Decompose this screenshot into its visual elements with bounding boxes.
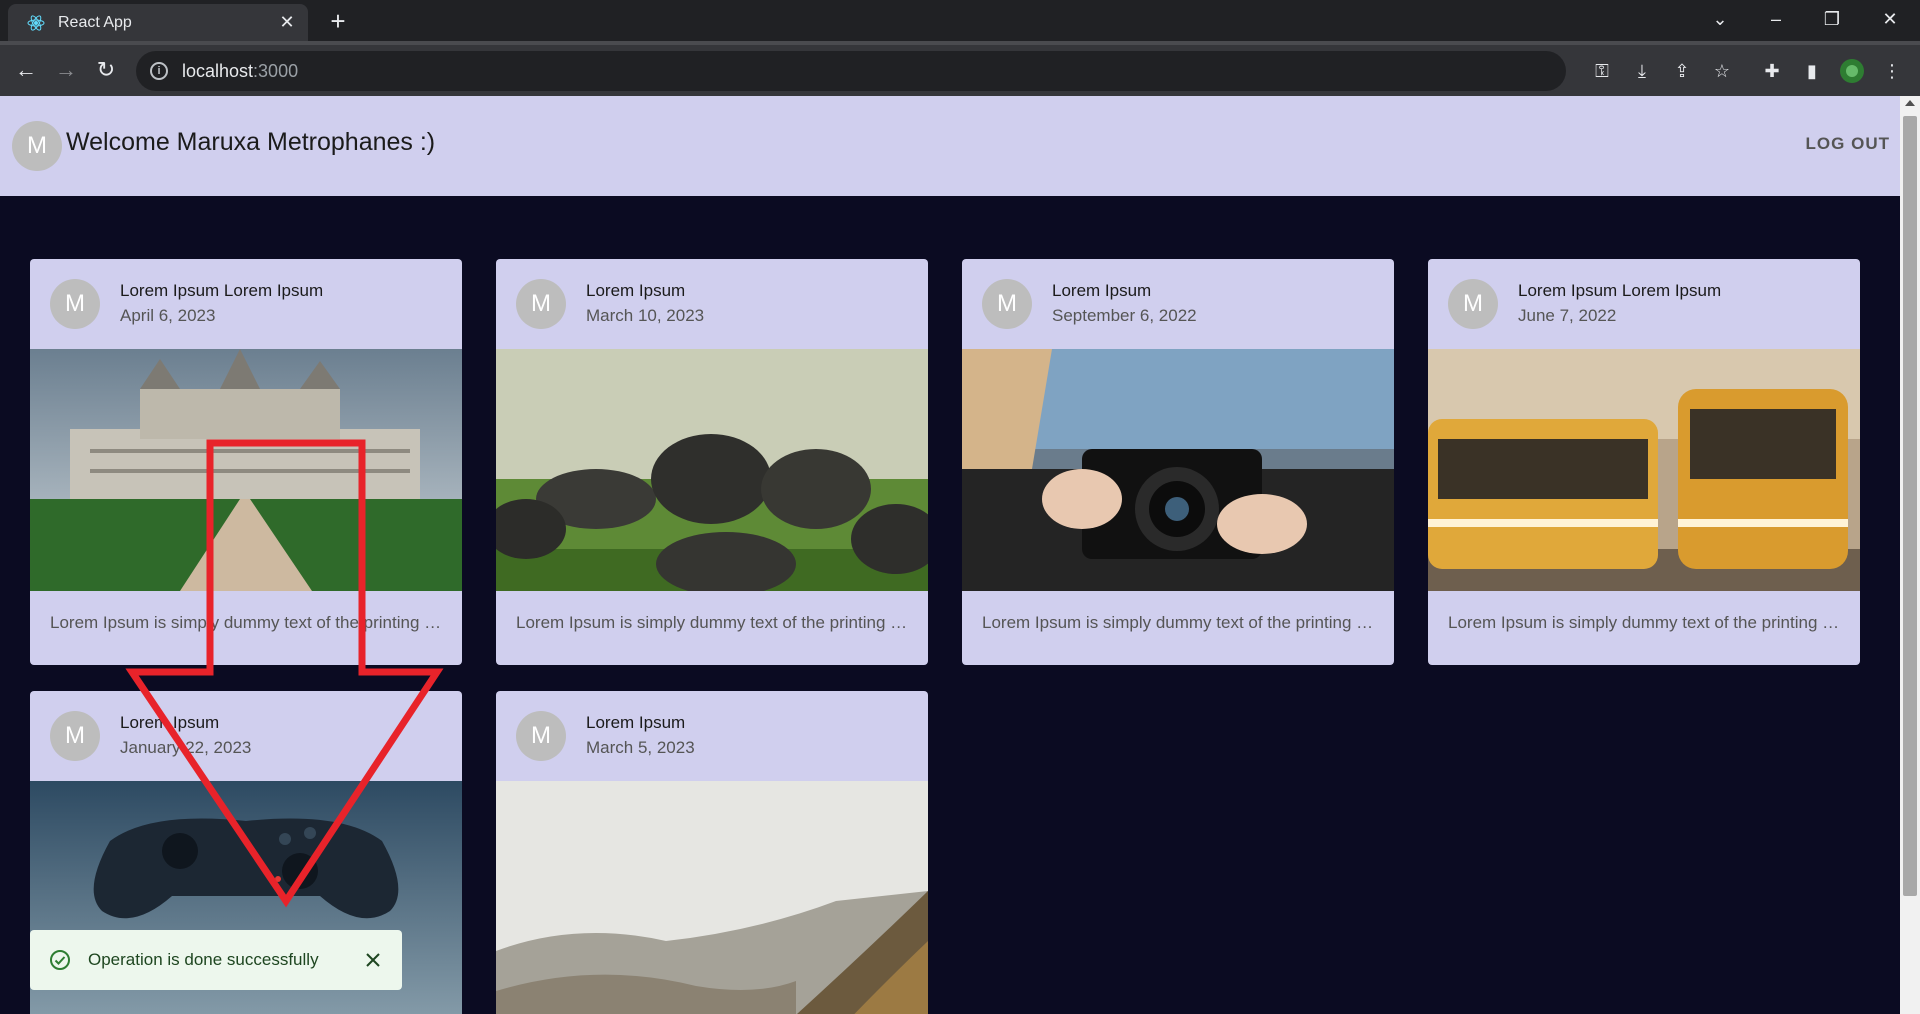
react-logo-icon [27,14,45,31]
check-circle-icon [50,950,70,970]
success-toast: Operation is done successfully [30,930,402,990]
reload-icon[interactable]: ↻ [88,53,124,89]
new-tab-icon[interactable]: + [320,6,356,38]
profile-avatar-icon[interactable] [1836,55,1868,87]
annotation-arrow [125,439,444,908]
bookmark-star-icon[interactable]: ☆ [1706,55,1738,87]
side-panel-icon[interactable]: ▮ [1796,55,1828,87]
scroll-up-icon[interactable] [1905,100,1915,106]
browser-tab-bar: React App ✕ + ⌄ – ❐ ✕ [0,0,1920,41]
browser-menu-icon[interactable]: ⋮ [1876,55,1908,87]
tab-close-icon[interactable]: ✕ [276,12,298,33]
scroll-thumb[interactable] [1903,116,1917,896]
window-close-icon[interactable]: ✕ [1862,0,1918,41]
browser-tab[interactable]: React App ✕ [8,4,308,41]
url-port: :3000 [253,60,299,81]
back-icon[interactable]: ← [8,53,44,89]
toast-message: Operation is done successfully [88,950,319,969]
app-root: M Welcome Maruxa Metrophanes :) LOG OUT … [0,96,1900,1014]
extensions-icon[interactable]: ✚ [1756,55,1788,87]
share-icon[interactable]: ⇪ [1666,55,1698,87]
tab-title: React App [58,13,132,31]
key-icon[interactable]: ⚿ [1586,55,1618,87]
restore-icon[interactable]: ❐ [1804,0,1860,41]
close-icon[interactable] [362,949,384,971]
page-scrollbar[interactable] [1900,96,1920,1014]
forward-icon[interactable]: → [48,53,84,89]
site-info-icon[interactable]: i [150,62,168,80]
url-host: localhost [182,60,254,81]
browser-toolbar: ← → ↻ i localhost:3000 ⚿ ⤓ ⇪ ☆ ✚ ▮ ⋮ [0,41,1920,96]
minimize-icon[interactable]: – [1748,0,1804,41]
tab-search-icon[interactable]: ⌄ [1692,0,1748,41]
install-icon[interactable]: ⤓ [1626,55,1658,87]
address-bar[interactable]: i localhost:3000 [136,51,1566,91]
